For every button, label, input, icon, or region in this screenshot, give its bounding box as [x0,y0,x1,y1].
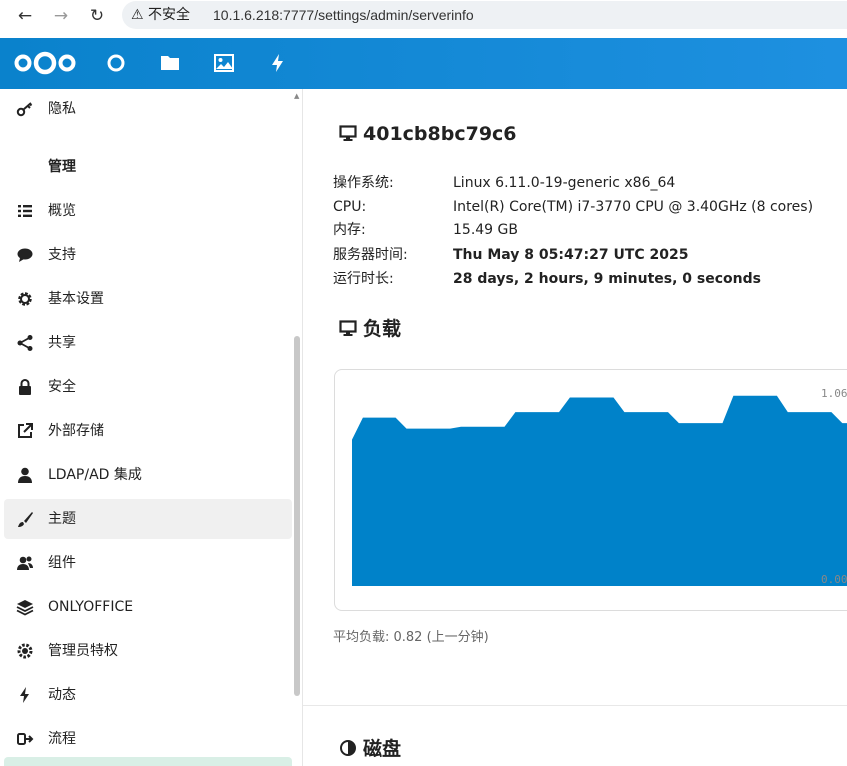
sidebar-item-label: 组件 [48,555,76,571]
sidebar-item-workflow[interactable]: 流程 [4,719,292,759]
sidebar-item-sharing[interactable]: 共享 [4,323,292,363]
admin-gear-icon [17,643,33,659]
security-indicator[interactable]: ⚠ 不安全 [131,6,190,24]
server-time-label: 服务器时间: [333,247,408,263]
nextcloud-logo[interactable] [14,50,76,76]
sidebar-item-activity[interactable]: 动态 [4,675,292,715]
url-text[interactable]: 10.1.6.218:7777/settings/admin/serverinf… [213,6,474,24]
forward-button[interactable]: → [51,6,71,26]
sidebar-item-overview[interactable]: 概览 [4,191,292,231]
sidebar-item-label: 概览 [48,203,76,219]
users-icon [17,556,33,570]
files-folder-icon[interactable] [158,51,182,75]
os-value: Linux 6.11.0-19-generic x86_64 [453,175,676,191]
dashboard-circle-icon[interactable] [104,51,128,75]
load-chart: 1.06 0.00 [334,369,847,611]
cpu-value: Intel(R) Core(TM) i7-3770 CPU @ 3.40GHz … [453,199,814,215]
workflow-icon [17,733,34,745]
user-icon [18,467,32,483]
app-header [0,38,847,89]
photos-image-icon[interactable] [212,51,236,75]
sidebar-item-privacy[interactable]: 隐私 [4,89,292,129]
y-tick-max: 1.06 [821,387,847,400]
sidebar-item-support[interactable]: 支持 [4,235,292,275]
load-title: 负载 [363,318,402,340]
admin-sidebar: ▲ 隐私 管理 概览 支持 基本设置 共享 安全 外部存储 LDAP/AD 集成… [0,89,303,766]
disk-heading: 磁盘 [339,737,401,761]
sidebar-item-theming[interactable]: 主题 [4,499,292,539]
os-label: 操作系统: [333,175,394,191]
share-icon [17,335,33,351]
reload-button[interactable]: ↻ [87,6,107,26]
sidebar-item-label: 管理员特权 [48,643,118,659]
load-average-text: 平均负载: 0.82 (上一分钟) [333,630,489,645]
sidebar-item-ldap[interactable]: LDAP/AD 集成 [4,455,292,495]
lock-icon [19,379,31,395]
warning-icon: ⚠ [131,7,144,23]
sidebar-item-label: ONLYOFFICE [48,599,134,615]
sidebar-item-partial[interactable] [4,757,292,766]
server-time-value: Thu May 8 05:47:27 UTC 2025 [453,247,689,263]
sidebar-item-external-storage[interactable]: 外部存储 [4,411,292,451]
sidebar-item-components[interactable]: 组件 [4,543,292,583]
load-chart-svg [352,395,847,586]
uptime-value: 28 days, 2 hours, 9 minutes, 0 seconds [453,271,761,287]
security-label: 不安全 [148,7,191,23]
sidebar-item-label: 基本设置 [48,291,104,307]
memory-value: 15.49 GB [453,222,518,238]
section-divider [303,705,847,706]
back-button[interactable]: ← [15,6,35,26]
cpu-label: CPU: [333,199,367,215]
sidebar-item-label: 外部存储 [48,423,104,439]
y-tick-min: 0.00 [821,573,847,586]
sidebar-item-label: 共享 [48,335,76,351]
section-title: 管理 [48,159,76,175]
sidebar-item-label: 隐私 [48,101,76,117]
scroll-up-arrow-icon[interactable]: ▲ [294,92,299,100]
browser-toolbar: ← → ↻ ⚠ 不安全 10.1.6.218:7777/settings/adm… [0,0,847,32]
server-hostname-heading: 401cb8bc79c6 [339,122,517,146]
sidebar-item-label: 流程 [48,731,76,747]
activity-bolt-icon[interactable] [266,51,290,75]
sidebar-item-onlyoffice[interactable]: ONLYOFFICE [4,587,292,627]
sidebar-item-label: LDAP/AD 集成 [48,467,142,483]
sidebar-item-label: 支持 [48,247,76,263]
sidebar-item-basic-settings[interactable]: 基本设置 [4,279,292,319]
pie-chart-icon [340,740,356,756]
monitor-icon [339,125,357,141]
paint-brush-icon [18,512,33,527]
monitor-icon [339,320,357,336]
sidebar-item-label: 动态 [48,687,76,703]
speech-bubble-icon [17,248,33,262]
sidebar-item-label: 主题 [48,511,76,527]
disk-title: 磁盘 [363,738,402,760]
key-icon [16,102,33,117]
memory-label: 内存: [333,222,366,238]
gear-icon [18,292,32,306]
layers-icon [16,600,34,616]
sidebar-item-admin-privileges[interactable]: 管理员特权 [4,631,292,671]
sidebar-item-security[interactable]: 安全 [4,367,292,407]
bolt-icon [20,687,29,703]
external-link-icon [18,423,33,438]
load-heading: 负载 [339,317,401,341]
serverinfo-content: 401cb8bc79c6 操作系统: Linux 6.11.0-19-gener… [303,89,847,766]
hostname: 401cb8bc79c6 [363,123,517,145]
uptime-label: 运行时长: [333,271,394,287]
load-area-series [352,395,847,586]
sidebar-scrollbar[interactable] [294,336,300,696]
list-icon [18,205,32,217]
sidebar-item-label: 安全 [48,379,76,395]
